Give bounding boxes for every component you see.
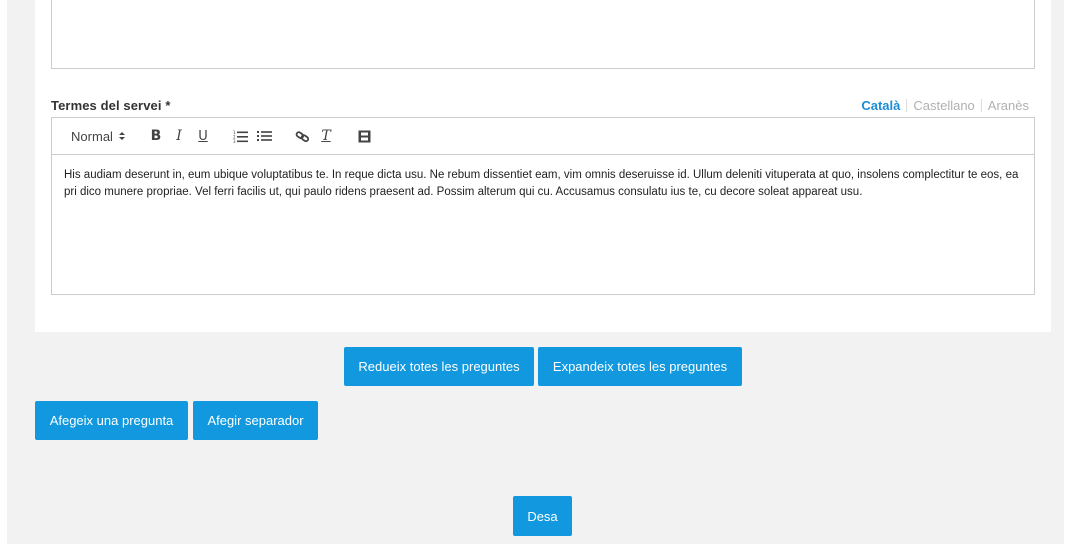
terms-field-label: Termes del servei *	[51, 98, 170, 113]
format-select[interactable]: Normal	[66, 126, 118, 146]
rich-text-editor: Normal B I U 1 2 3 T His audiam deserunt…	[51, 117, 1035, 295]
add-question-button[interactable]: Afegeix una pregunta	[35, 401, 188, 440]
collapse-all-questions-button[interactable]: Redueix totes les preguntes	[344, 347, 534, 386]
underline-button[interactable]: U	[196, 126, 210, 146]
previous-field-textarea[interactable]	[51, 0, 1035, 69]
required-marker: *	[165, 98, 171, 113]
language-divider	[980, 99, 982, 112]
link-icon[interactable]	[294, 126, 310, 146]
expand-all-questions-button[interactable]: Expandeix totes les preguntes	[538, 347, 742, 386]
add-separator-button[interactable]: Afegir separador	[193, 401, 318, 440]
language-tab-castellano[interactable]: Castellano	[913, 98, 974, 113]
editor-paragraph: His audiam deserunt in, eum ubique volup…	[64, 169, 1019, 198]
language-tab-aranes[interactable]: Aranès	[988, 98, 1029, 113]
video-icon[interactable]	[356, 126, 372, 146]
save-button[interactable]: Desa	[513, 496, 572, 536]
editor-content[interactable]: His audiam deserunt in, eum ubique volup…	[52, 155, 1034, 201]
bold-button[interactable]: B	[148, 126, 164, 146]
language-divider	[906, 99, 908, 112]
italic-button[interactable]: I	[172, 126, 186, 146]
ordered-list-icon[interactable]: 1 2 3	[232, 126, 248, 146]
svg-text:3: 3	[233, 139, 236, 143]
language-switcher: Català Castellano Aranès	[861, 98, 1029, 113]
bullet-list-icon[interactable]	[256, 126, 272, 146]
terms-label-text: Termes del servei	[51, 98, 162, 113]
language-tab-catala[interactable]: Català	[861, 98, 900, 113]
editor-toolbar: Normal B I U 1 2 3 T	[52, 118, 1034, 155]
format-select-caret-icon[interactable]	[118, 126, 126, 146]
clear-format-button[interactable]: T	[318, 126, 334, 146]
